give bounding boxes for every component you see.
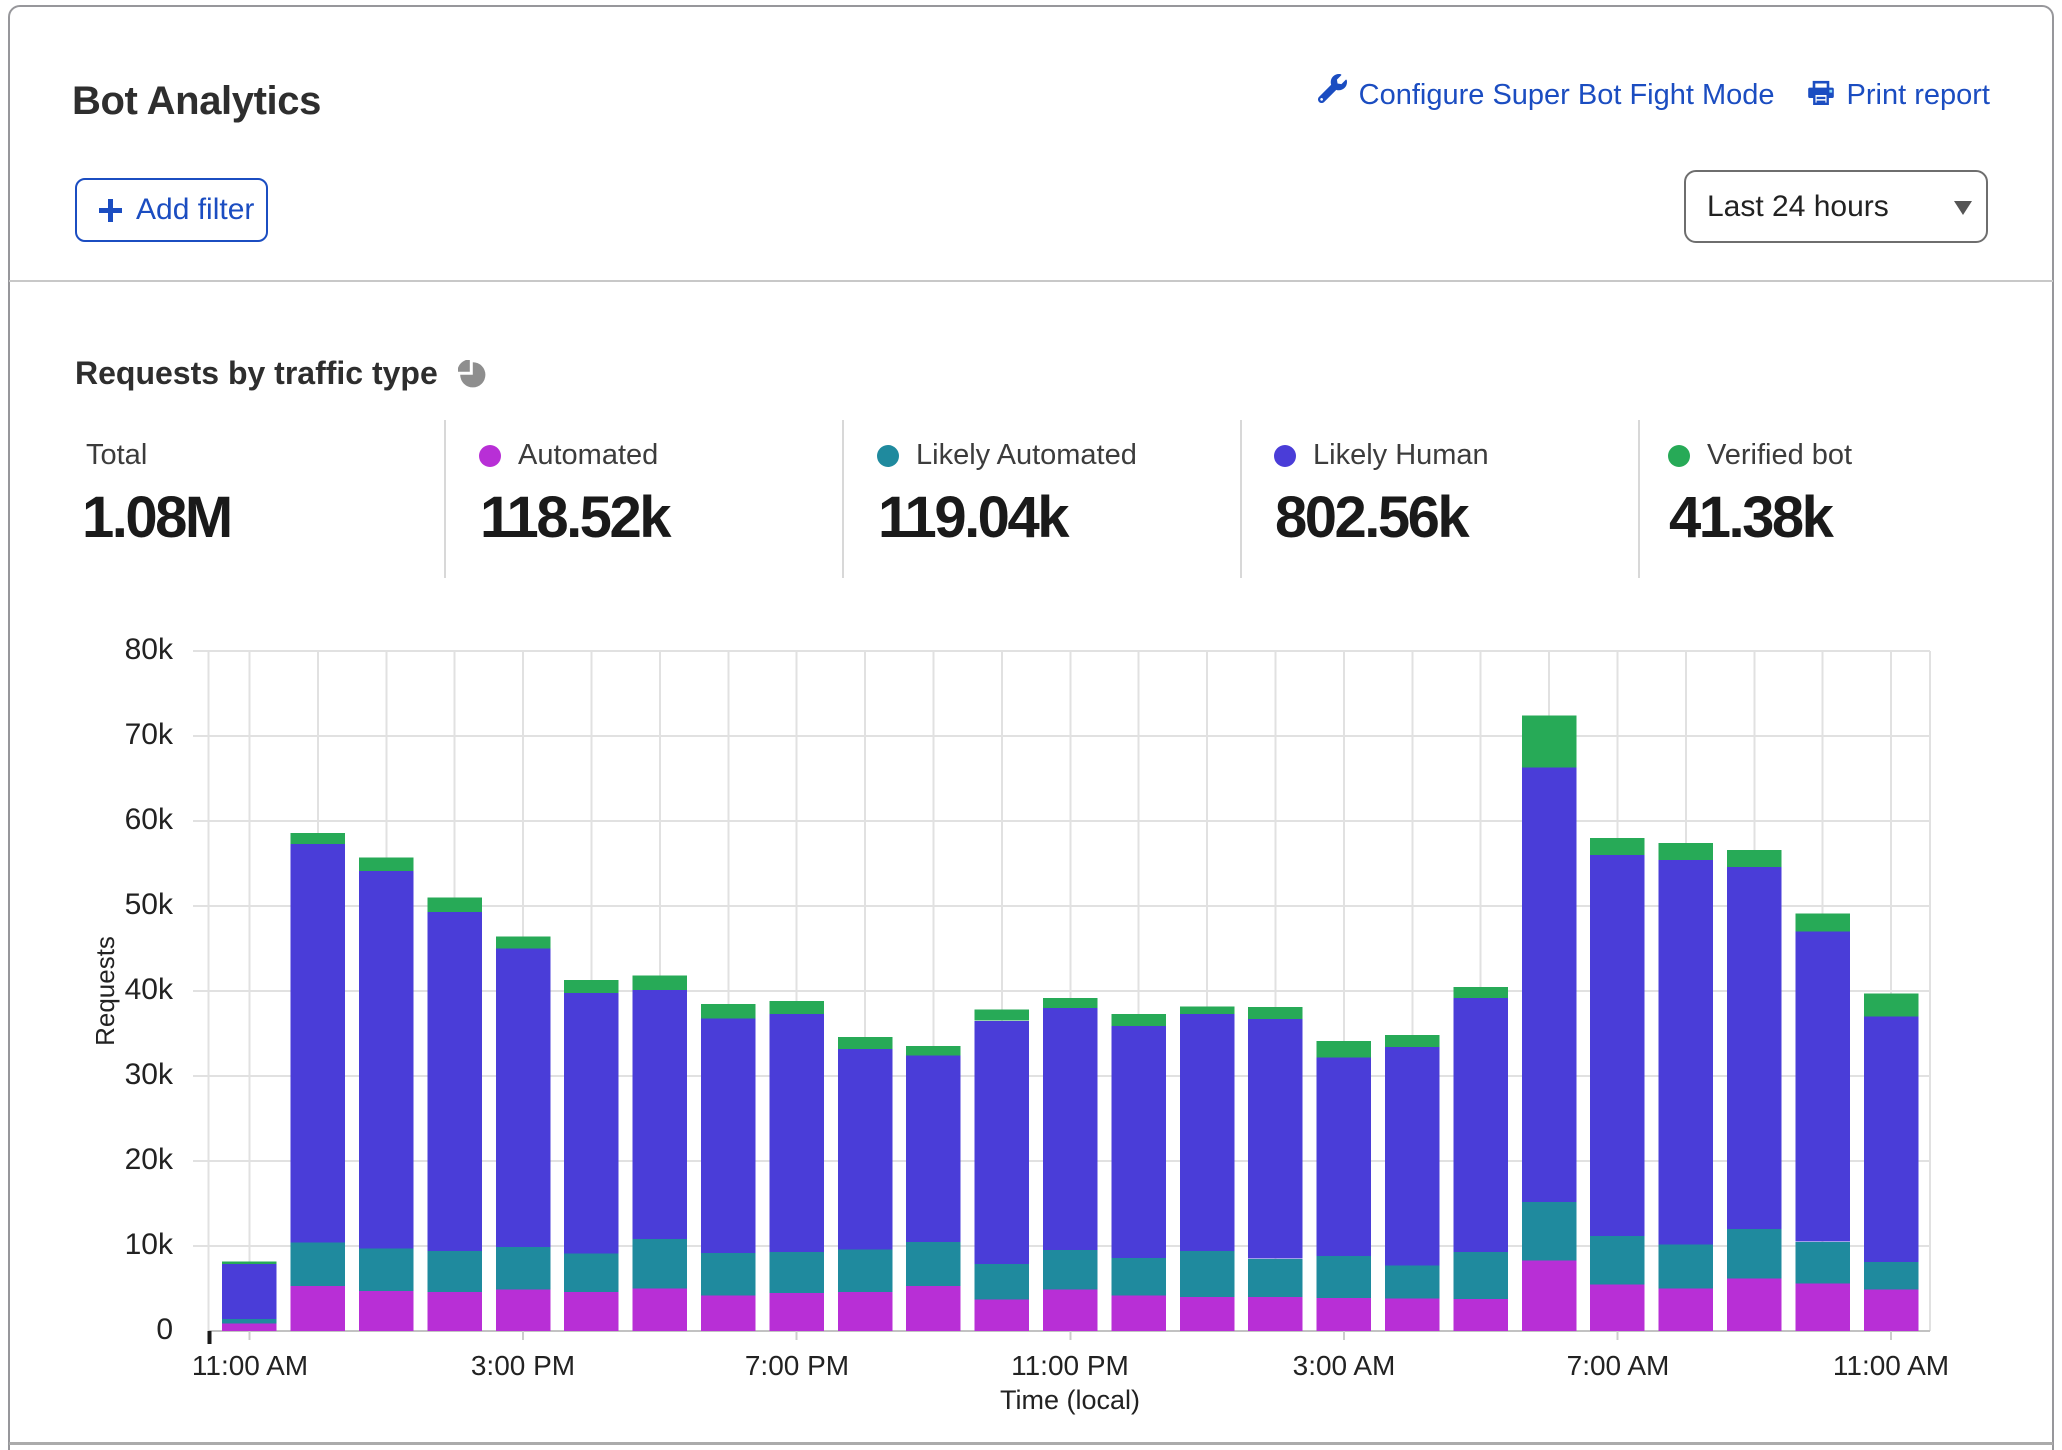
svg-text:7:00 AM: 7:00 AM xyxy=(1567,1350,1670,1381)
svg-text:40k: 40k xyxy=(125,973,174,1006)
svg-text:11:00 AM: 11:00 AM xyxy=(1833,1350,1949,1381)
svg-text:10k: 10k xyxy=(125,1228,174,1261)
svg-text:50k: 50k xyxy=(125,888,174,921)
svg-text:11:00 AM: 11:00 AM xyxy=(192,1350,308,1381)
svg-text:20k: 20k xyxy=(125,1143,174,1176)
svg-text:Time (local): Time (local) xyxy=(1000,1385,1140,1415)
svg-text:7:00 PM: 7:00 PM xyxy=(745,1350,849,1381)
svg-text:11:00 PM: 11:00 PM xyxy=(1011,1350,1129,1381)
svg-text:0: 0 xyxy=(156,1313,173,1346)
svg-text:3:00 AM: 3:00 AM xyxy=(1293,1350,1396,1381)
svg-text:80k: 80k xyxy=(125,633,174,666)
svg-text:30k: 30k xyxy=(125,1058,174,1091)
svg-text:3:00 PM: 3:00 PM xyxy=(471,1350,575,1381)
svg-text:Requests: Requests xyxy=(90,936,120,1046)
svg-text:70k: 70k xyxy=(125,718,174,751)
svg-text:60k: 60k xyxy=(125,803,174,836)
